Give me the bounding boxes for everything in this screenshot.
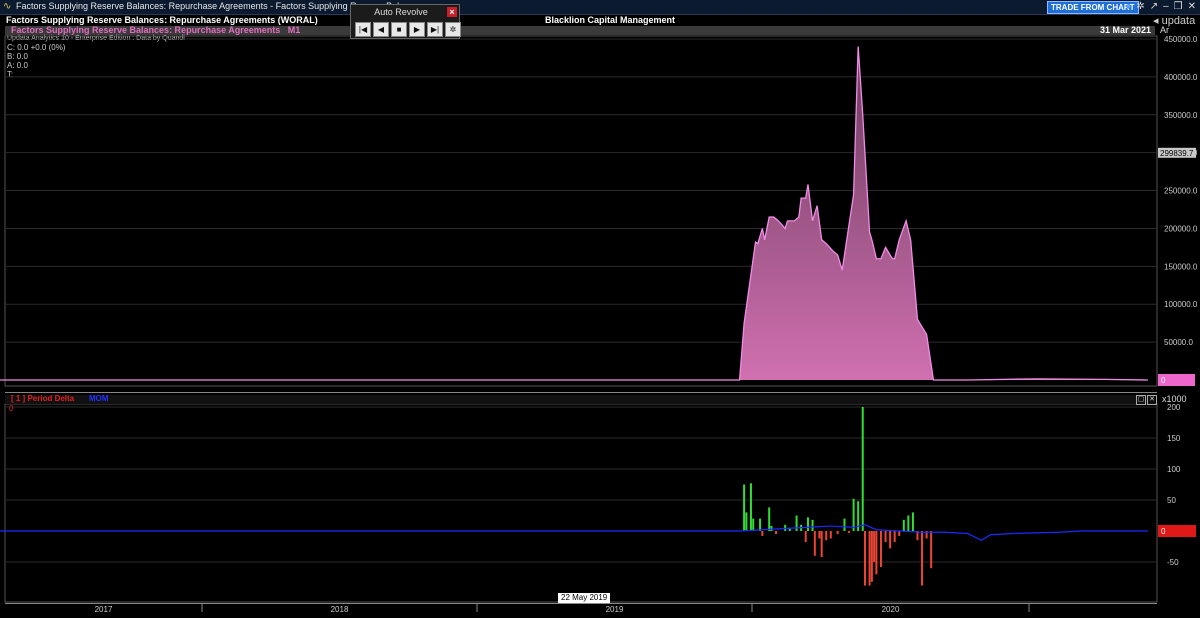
value-tick-label: 50 <box>1167 496 1176 505</box>
delta-bar <box>836 531 839 535</box>
price-tick-label: 250000.0 <box>1164 187 1198 196</box>
auto-revolve-close-button[interactable]: × <box>447 7 457 17</box>
price-tick-label: 400000.0 <box>1164 73 1198 82</box>
delta-bar <box>864 531 867 586</box>
delta-bar <box>745 512 748 531</box>
auto-revolve-controls: |◀ ◀ ■ ▶ ▶| ✲ <box>355 22 461 37</box>
play-back-button[interactable]: ◀ <box>373 22 389 37</box>
delta-bar <box>761 531 764 536</box>
last-value-label: 299839.7 <box>1160 149 1194 158</box>
delta-bar <box>875 531 878 575</box>
value-tick-label: 150 <box>1167 434 1181 443</box>
pane-separator[interactable] <box>5 392 1157 393</box>
area-fill <box>0 46 1148 380</box>
scale-label: x1000 <box>1162 394 1187 404</box>
delta-bar <box>861 407 864 531</box>
delta-bar <box>907 515 910 531</box>
lower-frame <box>4 403 1158 603</box>
auto-revolve-panel: Auto Revolve × |◀ ◀ ■ ▶ ▶| ✲ <box>350 4 461 39</box>
time-axis[interactable] <box>5 603 1157 618</box>
delta-bar <box>820 531 823 558</box>
cursor-date: 22 May 2019 <box>558 593 611 603</box>
price-tick-label: 150000.0 <box>1164 262 1198 271</box>
delta-bar <box>848 531 851 533</box>
delta-bar <box>749 483 752 531</box>
value-tick-label: -50 <box>1167 558 1179 567</box>
delta-bar <box>825 531 828 541</box>
settings-button[interactable]: ✲ <box>445 22 461 37</box>
delta-bar <box>868 531 871 586</box>
delta-bar <box>843 518 846 531</box>
lower-zero-label: 0 <box>9 404 14 413</box>
delta-bar <box>752 518 755 531</box>
price-tick-label: 350000.0 <box>1164 111 1198 120</box>
price-tick-label: 450000.0 <box>1164 35 1198 44</box>
skip-forward-button[interactable]: ▶| <box>427 22 443 37</box>
delta-bar <box>768 507 771 531</box>
play-button[interactable]: ▶ <box>409 22 425 37</box>
delta-bar <box>873 531 876 562</box>
delta-bars <box>743 407 933 586</box>
delta-bar <box>930 531 933 569</box>
skip-back-button[interactable]: |◀ <box>355 22 371 37</box>
delta-bar <box>898 531 901 536</box>
delta-bar <box>921 531 924 586</box>
price-tick-label: 100000.0 <box>1164 300 1198 309</box>
delta-bar <box>804 531 807 543</box>
delta-bar <box>829 531 832 539</box>
mom-line <box>0 524 1148 541</box>
zero-tag-label: 0 <box>1161 376 1166 385</box>
delta-bar <box>884 531 887 543</box>
delta-bar <box>813 531 816 556</box>
lower-zero-tag-label: 0 <box>1161 527 1166 536</box>
delta-bar <box>759 518 762 531</box>
chart-canvas[interactable]: 50000.0 100000.0 150000.0 200000.0 250000.0 3… <box>0 0 1200 618</box>
upper-price-axis: 50000.0 100000.0 150000.0 200000.0 250000.0 3… <box>1158 35 1198 386</box>
mom-label[interactable]: MOM <box>89 394 109 403</box>
delta-bar <box>889 531 892 549</box>
delta-bar <box>911 512 914 531</box>
upper-grid <box>4 35 1158 387</box>
value-tick-label: 100 <box>1167 465 1181 474</box>
lower-grid <box>4 403 1158 603</box>
price-tick-label: 200000.0 <box>1164 224 1198 233</box>
delta-bar <box>879 531 882 567</box>
delta-bar <box>743 484 746 531</box>
series-line <box>0 46 1148 381</box>
auto-revolve-title: Auto Revolve <box>374 7 428 17</box>
value-tick-label: 200 <box>1167 403 1181 412</box>
delta-bar <box>893 531 896 543</box>
stop-button[interactable]: ■ <box>391 22 407 37</box>
upper-frame <box>4 35 1158 387</box>
maximize-pane-icon[interactable]: ▢ <box>1136 395 1146 405</box>
delta-bar <box>870 531 873 582</box>
price-tick-label: 50000.0 <box>1164 338 1193 347</box>
close-pane-icon[interactable]: ✕ <box>1147 395 1157 405</box>
indicator-label[interactable]: [ 1 ] Period Delta <box>11 394 74 403</box>
delta-bar <box>811 519 814 531</box>
delta-bar <box>775 531 778 535</box>
lower-value-axis: -50 50 100 150 200 0 <box>1158 403 1196 567</box>
delta-bar <box>770 526 773 531</box>
delta-bar <box>818 531 821 539</box>
lower-panel-header: [ 1 ] Period Delta MOM 0 <box>5 394 1155 413</box>
delta-bar <box>852 498 855 531</box>
delta-bar <box>902 519 905 531</box>
delta-bar <box>795 515 798 531</box>
delta-bar <box>806 517 809 531</box>
